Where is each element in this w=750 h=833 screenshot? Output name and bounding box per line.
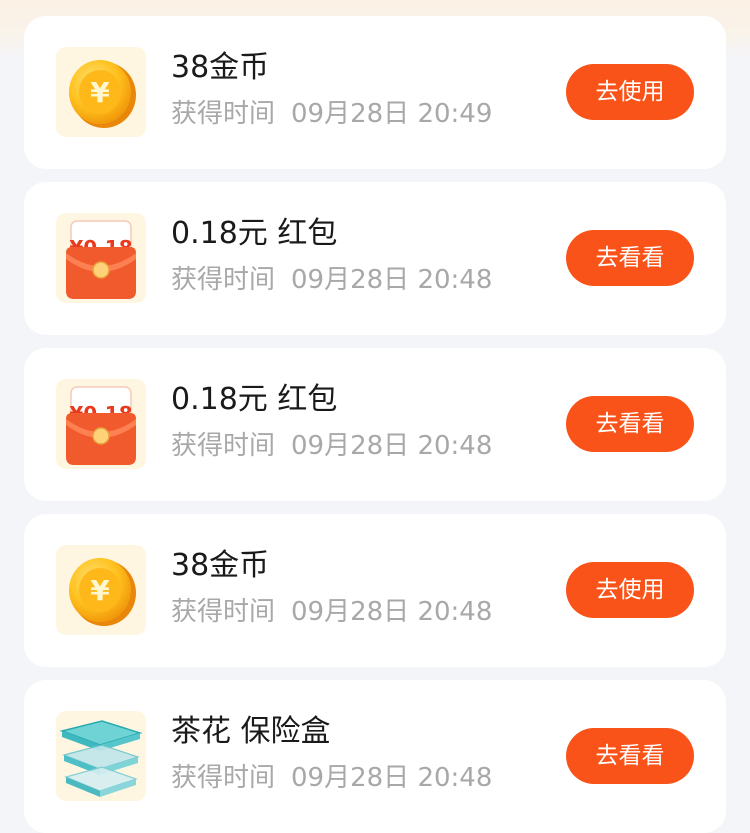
reward-time: 获得时间 09月28日 20:48: [171, 760, 492, 796]
red-packet-icon: ¥0.18: [56, 379, 146, 469]
reward-time: 获得时间 09月28日 20:48: [171, 594, 492, 630]
reward-title: 38金币: [171, 548, 270, 583]
red-packet-icon: ¥0.18: [56, 213, 146, 303]
reward-title: 0.18元 红包: [171, 382, 338, 417]
svg-text:¥: ¥: [90, 76, 110, 109]
time-label: 获得时间: [171, 597, 276, 627]
reward-title: 38金币: [171, 50, 270, 85]
time-value: 09月28日 20:48: [291, 763, 493, 793]
time-label: 获得时间: [171, 99, 276, 129]
use-button[interactable]: 去使用: [566, 562, 694, 618]
reward-title: 茶花 保险盒: [171, 714, 331, 749]
time-value: 09月28日 20:49: [291, 99, 493, 129]
view-button[interactable]: 去看看: [566, 728, 694, 784]
view-button[interactable]: 去看看: [566, 396, 694, 452]
reward-time: 获得时间 09月28日 20:48: [171, 428, 492, 464]
storage-box-icon: [56, 711, 146, 801]
gold-coin-icon: ¥: [56, 47, 146, 137]
reward-item-storage-box: 茶花 保险盒 获得时间 09月28日 20:48 去看看: [24, 680, 726, 833]
reward-time: 获得时间 09月28日 20:48: [171, 262, 492, 298]
time-label: 获得时间: [171, 763, 276, 793]
reward-time: 获得时间 09月28日 20:49: [171, 96, 492, 132]
time-value: 09月28日 20:48: [291, 431, 493, 461]
use-button[interactable]: 去使用: [566, 64, 694, 120]
time-value: 09月28日 20:48: [291, 265, 493, 295]
reward-item-coin: ¥ 38金币 获得时间 09月28日 20:48 去使用: [24, 514, 726, 667]
reward-item-red-packet: ¥0.18 0.18元 红包 获得时间 09月28日 20:48 去看看: [24, 348, 726, 501]
reward-item-red-packet: ¥0.18 0.18元 红包 获得时间 09月28日 20:48 去看看: [24, 182, 726, 335]
time-value: 09月28日 20:48: [291, 597, 493, 627]
svg-text:¥: ¥: [90, 574, 110, 607]
time-label: 获得时间: [171, 431, 276, 461]
time-label: 获得时间: [171, 265, 276, 295]
view-button[interactable]: 去看看: [566, 230, 694, 286]
gold-coin-icon: ¥: [56, 545, 146, 635]
reward-title: 0.18元 红包: [171, 216, 338, 251]
reward-item-coin: ¥ 38金币 获得时间 09月28日 20:49 去使用: [24, 16, 726, 169]
